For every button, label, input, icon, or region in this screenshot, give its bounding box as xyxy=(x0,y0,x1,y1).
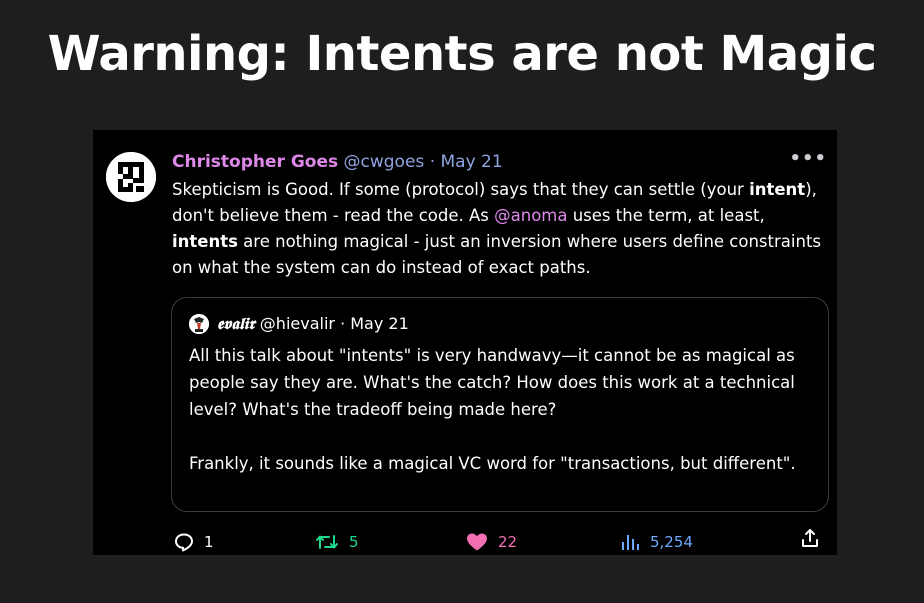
quoted-avatar-icon xyxy=(189,314,209,334)
avatar[interactable] xyxy=(106,152,156,202)
quoted-separator-dot: · xyxy=(340,314,346,333)
anoma-logo-icon xyxy=(106,152,156,202)
mention-link[interactable]: @anoma xyxy=(494,206,567,225)
tweet-text-4: are nothing magical - just an inversion … xyxy=(172,232,822,277)
reply-count: 1 xyxy=(204,533,214,551)
quoted-body: All this talk about "intents" is very ha… xyxy=(189,342,819,477)
views-count: 5,254 xyxy=(650,533,693,551)
analytics-icon xyxy=(622,535,639,550)
share-icon xyxy=(802,529,818,547)
retweet-button[interactable]: 5 xyxy=(315,528,359,556)
quoted-author-handle[interactable]: @hievalir xyxy=(260,314,335,333)
retweet-icon xyxy=(316,535,338,549)
slide-title: Warning: Intents are not Magic xyxy=(47,26,877,82)
more-dots-icon[interactable]: ••• xyxy=(789,148,827,169)
action-bar: 1 5 22 5,254 xyxy=(172,528,822,558)
quoted-author-name[interactable]: 𝖊𝖛𝖆𝖑𝖎𝖗 xyxy=(217,314,255,333)
tweet-text-3: uses the term, at least, xyxy=(567,206,765,225)
tweet-header: Christopher Goes @cwgoes · May 21 xyxy=(172,150,503,174)
tweet-text-1: Skepticism is Good. If some (protocol) s… xyxy=(172,180,750,199)
like-button[interactable]: 22 xyxy=(466,528,517,556)
author-name[interactable]: Christopher Goes xyxy=(172,152,338,172)
tweet-bold-intent: intent xyxy=(749,180,806,199)
tweet-bold-intents: intents xyxy=(172,232,238,251)
quoted-date[interactable]: May 21 xyxy=(350,314,409,333)
quoted-paragraph-1: All this talk about "intents" is very ha… xyxy=(189,346,795,419)
author-handle[interactable]: @cwgoes xyxy=(344,152,425,172)
reply-icon xyxy=(175,533,193,552)
quoted-paragraph-2: Frankly, it sounds like a magical VC wor… xyxy=(189,454,796,473)
separator-dot: · xyxy=(429,152,436,172)
like-count: 22 xyxy=(498,533,518,551)
quoted-tweet[interactable]: 𝖊𝖛𝖆𝖑𝖎𝖗 @hievalir · May 21 All this talk … xyxy=(171,297,829,512)
heart-icon xyxy=(467,533,487,551)
views-button[interactable]: 5,254 xyxy=(620,528,693,556)
share-button[interactable] xyxy=(800,528,820,548)
quoted-avatar[interactable] xyxy=(189,314,209,334)
tweet-body: Skepticism is Good. If some (protocol) s… xyxy=(172,177,822,281)
reply-button[interactable]: 1 xyxy=(174,528,214,556)
tweet-date[interactable]: May 21 xyxy=(441,152,503,172)
quoted-header: 𝖊𝖛𝖆𝖑𝖎𝖗 @hievalir · May 21 xyxy=(217,312,409,336)
tweet-card[interactable]: Christopher Goes @cwgoes · May 21 ••• Sk… xyxy=(93,130,837,555)
retweet-count: 5 xyxy=(349,533,359,551)
